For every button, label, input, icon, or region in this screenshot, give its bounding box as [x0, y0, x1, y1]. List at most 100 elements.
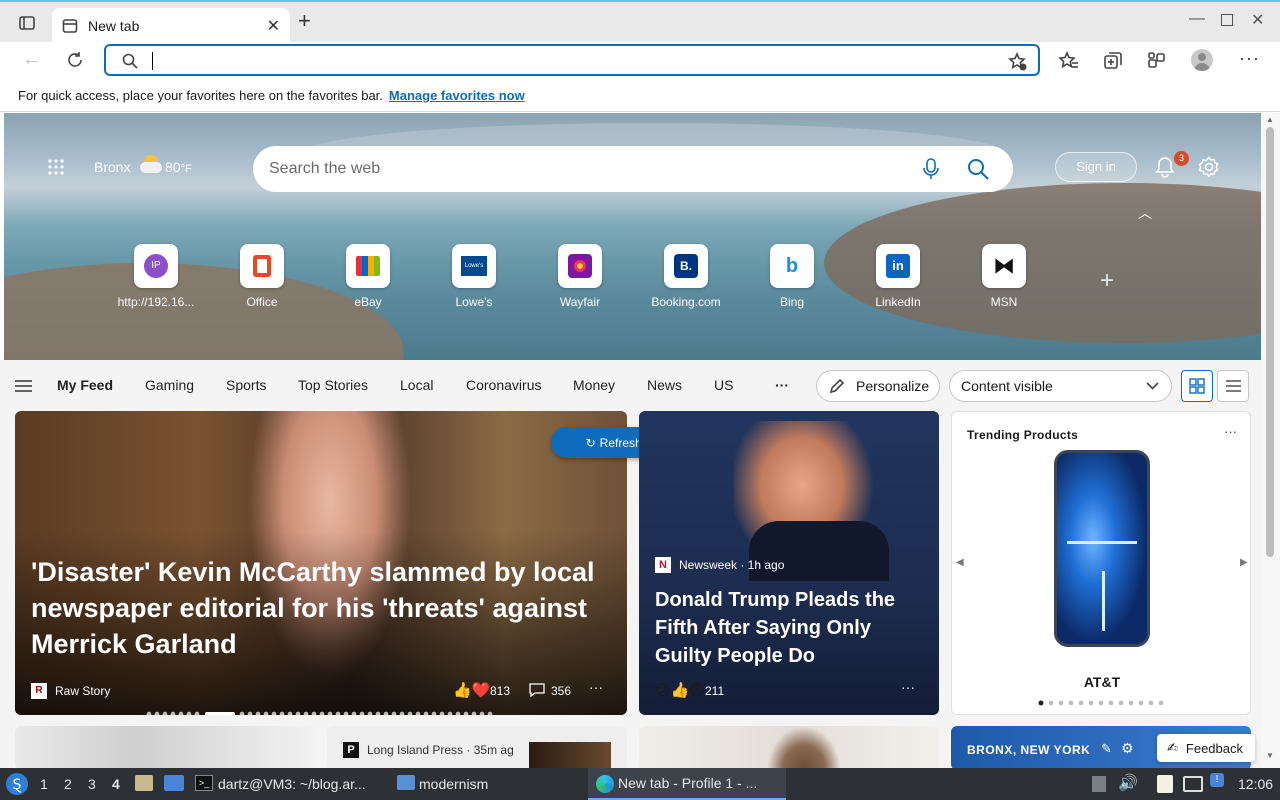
web-search-input[interactable]: Search the web — [269, 160, 380, 178]
workspace-1[interactable]: 1 — [40, 776, 48, 792]
product-phone-image[interactable] — [1054, 450, 1150, 647]
settings-and-more-button[interactable]: ··· — [1239, 48, 1260, 69]
feedback-button[interactable]: ✍ Feedback — [1157, 734, 1255, 762]
browser-tab[interactable]: New tab ✕ — [52, 8, 290, 44]
add-quick-link-icon[interactable]: + — [1100, 267, 1114, 295]
quick-link-tile[interactable]: Office — [217, 244, 307, 309]
close-tab-icon[interactable]: ✕ — [267, 16, 280, 36]
nav-item-us[interactable]: US — [714, 377, 733, 393]
story-card-portrait[interactable] — [639, 726, 939, 770]
nav-more-button[interactable]: ··· — [775, 377, 789, 393]
network-display-icon[interactable] — [1183, 776, 1203, 792]
volume-icon[interactable]: 🔊 — [1118, 773, 1138, 793]
trending-more-options-icon[interactable]: ··· — [1224, 424, 1237, 439]
add-favorite-icon[interactable] — [1008, 52, 1028, 72]
story-card-kitchen[interactable] — [15, 726, 315, 770]
carousel-dots[interactable] — [146, 704, 496, 715]
back-button[interactable]: ← — [22, 48, 42, 71]
trending-products-card[interactable]: Trending Products ··· ◀ ▶ AT&T — [951, 411, 1251, 715]
story-more-options-icon[interactable]: ··· — [589, 679, 603, 695]
main-story-source[interactable]: Raw Story — [55, 684, 110, 698]
quick-link-tile[interactable]: IP http://192.16... — [111, 244, 201, 309]
start-menu-icon[interactable]: Ȿ — [6, 773, 28, 795]
weather-card-location[interactable]: BRONX, NEW YORK — [967, 743, 1090, 757]
maximize-button[interactable] — [1221, 14, 1233, 26]
nav-item-coronavirus[interactable]: Coronavirus — [466, 377, 541, 393]
manage-favorites-link[interactable]: Manage favorites now — [389, 88, 525, 103]
workspace-4[interactable]: 4 — [112, 776, 120, 792]
nav-item-gaming[interactable]: Gaming — [145, 377, 194, 393]
profile-avatar[interactable] — [1191, 49, 1213, 71]
content-visibility-select[interactable]: Content visible — [949, 370, 1172, 402]
quick-link-tile[interactable]: b Bing — [747, 244, 837, 309]
carousel-prev-icon[interactable]: ◀ — [956, 557, 964, 568]
nav-item-sports[interactable]: Sports — [226, 377, 266, 393]
taskbar-browser-window[interactable]: New tab - Profile 1 - ... — [588, 768, 786, 800]
reactions-icon[interactable]: 👍❤️ — [453, 681, 490, 699]
microphone-icon[interactable] — [923, 158, 939, 180]
main-story-card[interactable]: 'Disaster' Kevin McCarthy slammed by loc… — [15, 411, 627, 715]
quick-link-tile[interactable]: Wayfair — [535, 244, 625, 309]
story-more-options-icon[interactable]: ··· — [901, 679, 915, 695]
scroll-up-icon[interactable]: ▲ — [1266, 115, 1274, 124]
page-scrollbar[interactable]: ▲ ▼ — [1261, 113, 1280, 768]
product-carousel-dots[interactable] — [1038, 700, 1166, 706]
collections-icon[interactable] — [1103, 51, 1123, 71]
taskbar-folder-window[interactable]: modernism — [419, 776, 488, 792]
quick-link-tile[interactable]: B. Booking.com — [641, 244, 731, 309]
favorites-icon[interactable] — [1059, 51, 1079, 71]
nav-item-money[interactable]: Money — [573, 377, 615, 393]
search-submit-icon[interactable] — [967, 158, 989, 180]
grid-layout-button[interactable] — [1181, 370, 1213, 402]
page-settings-gear-icon[interactable] — [1198, 156, 1220, 178]
nav-item-my-feed[interactable]: My Feed — [57, 377, 113, 393]
long-island-story-source[interactable]: Long Island Press · 35m ag — [367, 743, 514, 757]
weather-temperature[interactable]: 80°F — [165, 159, 192, 175]
secondary-story-card[interactable]: N Newsweek · 1h ago Donald Trump Pleads … — [639, 411, 939, 715]
apps-launcher-icon[interactable] — [47, 158, 65, 176]
web-search-box[interactable]: Search the web — [253, 146, 1013, 192]
refresh-button[interactable] — [66, 51, 84, 69]
product-name[interactable]: AT&T — [952, 674, 1250, 690]
minimize-button[interactable]: — — [1189, 10, 1205, 28]
file-manager-icon[interactable] — [135, 775, 153, 791]
weather-settings-icon[interactable]: ⚙ — [1121, 740, 1134, 757]
list-layout-button[interactable] — [1217, 370, 1249, 402]
personalize-button[interactable]: Personalize — [816, 370, 940, 402]
reactions-icon[interactable]: 😕👍😨 — [655, 681, 705, 699]
menu-icon[interactable] — [15, 380, 32, 392]
taskbar-terminal-window[interactable]: dartz@VM3: ~/blog.ar... — [218, 776, 366, 792]
close-window-button[interactable]: ✕ — [1251, 10, 1264, 30]
tab-actions-icon[interactable] — [19, 15, 35, 31]
notifications-bell-icon[interactable] — [1155, 156, 1175, 178]
nav-item-local[interactable]: Local — [400, 377, 433, 393]
comment-icon[interactable] — [529, 682, 545, 697]
quick-link-tile[interactable]: in LinkedIn — [853, 244, 943, 309]
address-bar[interactable] — [104, 44, 1040, 76]
quick-link-tile[interactable]: eBay — [323, 244, 413, 309]
show-desktop-icon[interactable] — [164, 775, 184, 791]
scroll-down-icon[interactable]: ▼ — [1266, 751, 1274, 760]
new-tab-button[interactable]: + — [298, 8, 311, 34]
nav-item-news[interactable]: News — [647, 377, 682, 393]
secondary-story-source[interactable]: Newsweek · 1h ago — [679, 558, 784, 572]
quick-link-tile[interactable]: Lowe's Lowe's — [429, 244, 519, 309]
tray-clipboard-icon[interactable] — [1092, 776, 1106, 792]
quick-link-tile[interactable]: ⧓ MSN — [959, 244, 1049, 309]
nav-item-top-stories[interactable]: Top Stories — [298, 377, 368, 393]
clock[interactable]: 12:06 — [1238, 776, 1273, 792]
main-story-headline[interactable]: 'Disaster' Kevin McCarthy slammed by loc… — [31, 554, 606, 662]
carousel-next-icon[interactable]: ▶ — [1240, 557, 1248, 568]
tray-notes-icon[interactable] — [1157, 775, 1173, 793]
story-card-long-island[interactable]: P Long Island Press · 35m ag — [327, 726, 627, 770]
extensions-icon[interactable] — [1147, 51, 1167, 71]
secondary-story-headline[interactable]: Donald Trump Pleads the Fifth After Sayi… — [655, 586, 925, 670]
sign-in-button[interactable]: Sign in — [1055, 152, 1137, 182]
tray-update-icon[interactable]: ! — [1210, 773, 1224, 787]
edit-location-icon[interactable]: ✎ — [1101, 741, 1112, 757]
workspace-2[interactable]: 2 — [64, 776, 72, 792]
collapse-chevron-icon[interactable]: ︿ — [1138, 203, 1152, 223]
weather-location[interactable]: Bronx — [94, 159, 131, 175]
scrollbar-thumb[interactable] — [1266, 127, 1274, 557]
workspace-3[interactable]: 3 — [88, 776, 96, 792]
